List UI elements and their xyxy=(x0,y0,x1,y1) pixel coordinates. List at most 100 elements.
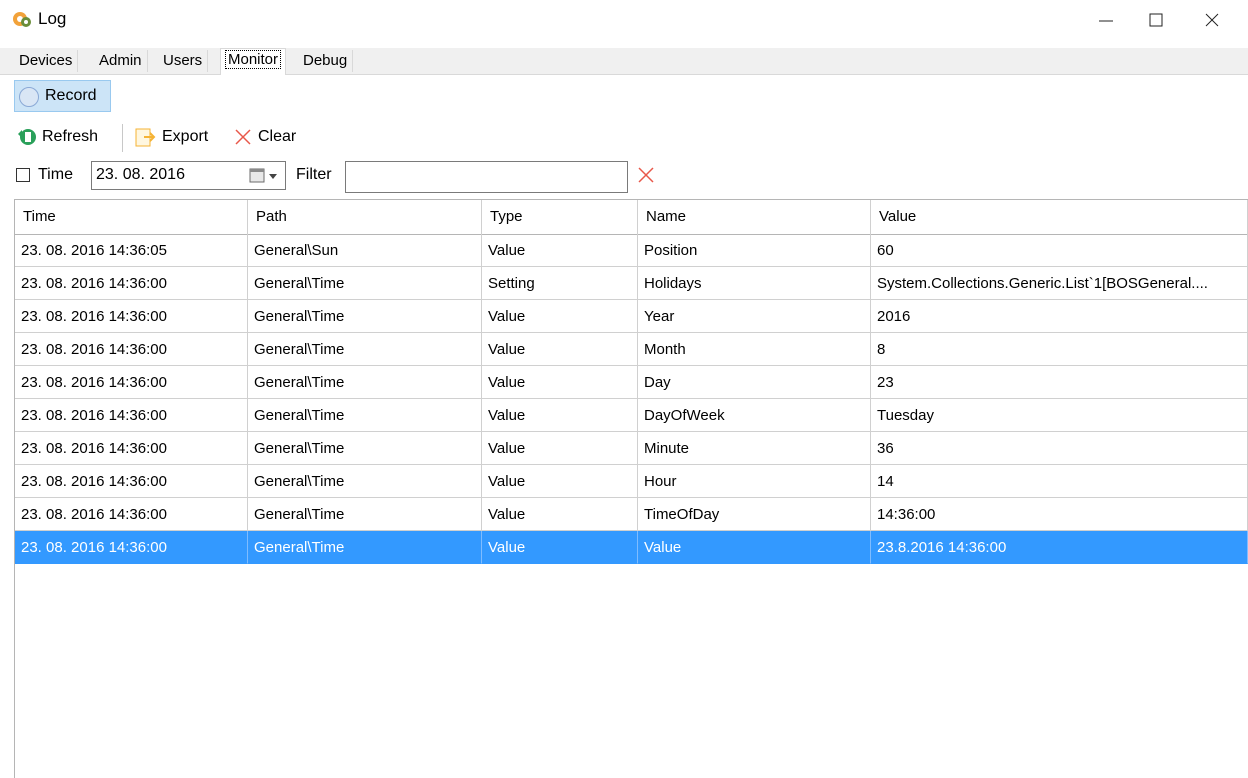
cell-value: 36 xyxy=(871,432,1248,465)
cell-path: General\Time xyxy=(248,465,482,498)
maximize-button[interactable] xyxy=(1128,0,1184,40)
table-row[interactable]: 23. 08. 2016 14:36:00 General\Time Value Ti… xyxy=(15,498,1248,531)
cell-path: General\Time xyxy=(248,432,482,465)
cell-type: Value xyxy=(482,498,638,531)
date-value: 23. 08. 2016 xyxy=(96,166,185,183)
tab-monitor[interactable]: Monitor xyxy=(220,48,287,75)
close-button[interactable] xyxy=(1184,0,1240,40)
cell-path: General\Time xyxy=(248,366,482,399)
close-icon xyxy=(1205,13,1219,27)
cell-time: 23. 08. 2016 14:36:00 xyxy=(15,300,248,333)
refresh-button[interactable]: Refresh xyxy=(16,126,98,148)
cell-type: Value xyxy=(482,333,638,366)
cell-name: Hour xyxy=(638,465,871,498)
tab-admin[interactable]: Admin xyxy=(94,50,148,72)
cell-value: 23 xyxy=(871,366,1248,399)
table-row[interactable]: 23. 08. 2016 14:36:00 General\Time Value Ho… xyxy=(15,465,1248,498)
cell-type: Value xyxy=(482,300,638,333)
cell-name: Holidays xyxy=(638,267,871,300)
column-header-path[interactable]: Path xyxy=(248,200,482,234)
cell-type: Value xyxy=(482,234,638,267)
cell-value: 8 xyxy=(871,333,1248,366)
filter-input[interactable] xyxy=(345,161,628,193)
table-row[interactable]: 23. 08. 2016 14:36:00 General\Time Value Mo… xyxy=(15,333,1248,366)
cell-value: 23.8.2016 14:36:00 xyxy=(871,531,1248,564)
table-row[interactable]: 23. 08. 2016 14:36:05 General\Sun Value Pos… xyxy=(15,234,1248,267)
cell-name: Position xyxy=(638,234,871,267)
record-circle-icon xyxy=(19,87,39,107)
gear-icon xyxy=(13,12,31,27)
table-row[interactable]: 23. 08. 2016 14:36:00 General\Time Value Va… xyxy=(15,531,1248,564)
calendar-dropdown-button[interactable] xyxy=(249,167,281,185)
title-bar: Log xyxy=(0,0,1248,40)
export-label: Export xyxy=(162,128,209,145)
cell-time: 23. 08. 2016 14:36:00 xyxy=(15,498,248,531)
date-picker[interactable]: 23. 08. 2016 xyxy=(91,161,286,190)
cell-value: 2016 xyxy=(871,300,1248,333)
tab-label: Debug xyxy=(303,52,348,69)
time-label: Time xyxy=(38,166,73,183)
tab-users[interactable]: Users xyxy=(158,50,209,72)
tab-strip: Devices Admin Users Monitor Debug xyxy=(0,48,1248,75)
cell-type: Value xyxy=(482,531,638,564)
maximize-icon xyxy=(1149,13,1163,27)
clear-filter-icon[interactable] xyxy=(636,165,656,185)
table-row[interactable]: 23. 08. 2016 14:36:00 General\Time Value Ye… xyxy=(15,300,1248,333)
clear-label: Clear xyxy=(258,128,297,145)
record-label: Record xyxy=(45,87,97,104)
column-header-time[interactable]: Time xyxy=(15,200,248,234)
cell-name: Minute xyxy=(638,432,871,465)
cell-name: Value xyxy=(638,531,871,564)
tab-label: Users xyxy=(163,52,203,69)
filter-bar: Time 23. 08. 2016 Filter xyxy=(0,160,1248,194)
tab-label: Devices xyxy=(19,52,73,69)
column-header-value[interactable]: Value xyxy=(871,200,1248,234)
minimize-icon xyxy=(1099,20,1113,22)
table-row[interactable]: 23. 08. 2016 14:36:00 General\Time Setting… xyxy=(15,267,1248,300)
toolbar-separator xyxy=(122,124,123,152)
cell-path: General\Time xyxy=(248,300,482,333)
tab-devices[interactable]: Devices xyxy=(14,50,79,72)
table-row[interactable]: 23. 08. 2016 14:36:00 General\Time Value Da… xyxy=(15,399,1248,432)
column-header-name[interactable]: Name xyxy=(638,200,871,234)
cell-type: Setting xyxy=(482,267,638,300)
table-row[interactable]: 23. 08. 2016 14:36:00 General\Time Value Mi… xyxy=(15,432,1248,465)
cell-value: 14 xyxy=(871,465,1248,498)
cell-value: Tuesday xyxy=(871,399,1248,432)
cell-name: TimeOfDay xyxy=(638,498,871,531)
cell-path: General\Time xyxy=(248,267,482,300)
minimize-button[interactable] xyxy=(1078,0,1134,40)
window-title: Log xyxy=(38,9,67,28)
cell-name: Month xyxy=(638,333,871,366)
cell-type: Value xyxy=(482,432,638,465)
calendar-icon xyxy=(249,168,277,183)
tab-label: Admin xyxy=(99,52,142,69)
cell-type: Value xyxy=(482,465,638,498)
export-button[interactable]: Export xyxy=(134,126,208,148)
tab-debug[interactable]: Debug xyxy=(298,50,354,72)
toolbar: Refresh Export Clear xyxy=(0,120,1248,152)
cell-name: Day xyxy=(638,366,871,399)
clear-x-icon xyxy=(235,129,251,145)
cell-time: 23. 08. 2016 14:36:00 xyxy=(15,333,248,366)
refresh-label: Refresh xyxy=(42,128,99,145)
cell-name: Year xyxy=(638,300,871,333)
cell-time: 23. 08. 2016 14:36:05 xyxy=(15,234,248,267)
time-checkbox[interactable] xyxy=(16,168,30,182)
cell-path: General\Time xyxy=(248,399,482,432)
cell-time: 23. 08. 2016 14:36:00 xyxy=(15,267,248,300)
cell-value: 60 xyxy=(871,234,1248,267)
refresh-icon xyxy=(18,129,36,145)
cell-path: General\Time xyxy=(248,531,482,564)
cell-path: General\Sun xyxy=(248,234,482,267)
table-row[interactable]: 23. 08. 2016 14:36:00 General\Time Value Da… xyxy=(15,366,1248,399)
record-button[interactable]: Record xyxy=(14,80,111,112)
clear-button[interactable]: Clear xyxy=(234,126,296,148)
cell-path: General\Time xyxy=(248,333,482,366)
cell-time: 23. 08. 2016 14:36:00 xyxy=(15,531,248,564)
tab-label: Monitor xyxy=(224,50,282,69)
log-grid: Time Path Type Name Value 23. 08. 2016 1… xyxy=(14,199,1248,778)
cell-time: 23. 08. 2016 14:36:00 xyxy=(15,366,248,399)
column-header-type[interactable]: Type xyxy=(482,200,638,234)
filter-label: Filter xyxy=(296,166,332,183)
